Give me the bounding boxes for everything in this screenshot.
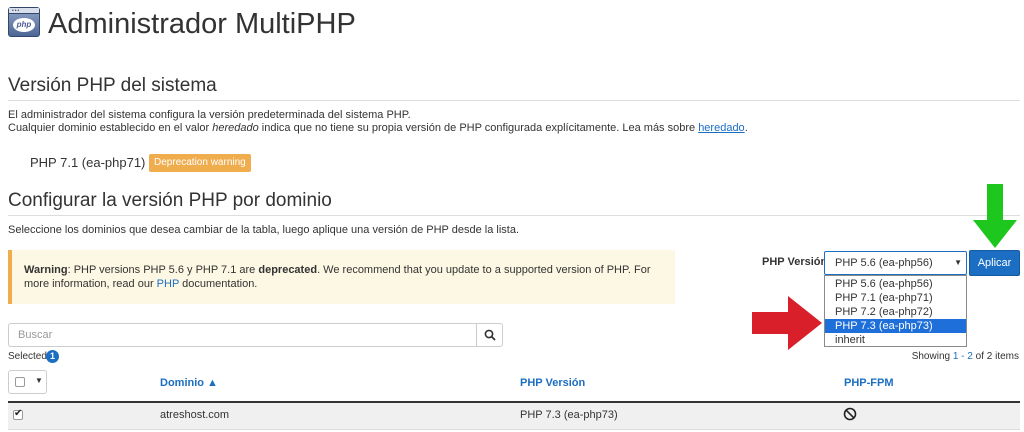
column-header-php-fpm[interactable]: PHP-FPM [844,377,894,389]
php-option-73[interactable]: PHP 7.3 (ea-php73) [825,319,966,333]
pagination-summary: Showing 1 - 2 of 2 items [911,351,1019,362]
column-header-domain[interactable]: Dominio ▲ [160,377,218,389]
red-arrow-icon [752,296,822,350]
selected-count-badge: 1 [46,350,59,363]
apply-button[interactable]: Aplicar [969,250,1020,276]
php-option-56[interactable]: PHP 5.6 (ea-php56) [825,277,966,291]
multiphp-app-icon: ••• php [8,7,40,37]
php-option-inherit[interactable]: inherit [825,333,966,347]
row-checkbox[interactable]: ✔ [13,408,23,420]
divider [8,429,1020,430]
row-php-version: PHP 7.3 (ea-php73) [520,409,618,421]
page-title: Administrador MultiPHP [48,8,356,40]
php-version-dropdown: PHP 5.6 (ea-php56) PHP 7.1 (ea-php71) PH… [824,275,967,347]
system-php-version: PHP 7.1 (ea-php71) [30,155,146,170]
php-option-72[interactable]: PHP 7.2 (ea-php72) [825,305,966,319]
php-docs-link[interactable]: PHP [157,278,179,290]
inherit-term: heredado [212,122,259,134]
php-version-label: PHP Versión [762,256,828,268]
disabled-icon [843,407,857,421]
deprecation-warning-text: Warning: PHP versions PHP 5.6 y PHP 7.1 … [24,264,651,290]
search-button[interactable] [476,323,503,347]
system-php-description-line1: El administrador del sistema configura l… [8,109,411,121]
search-input[interactable]: Buscar [8,323,476,347]
system-php-description-line2: Cualquier dominio establecido en el valo… [8,122,748,134]
system-php-heading: Versión PHP del sistema [8,75,217,96]
select-all-checkbox[interactable] [15,377,25,387]
chevron-down-icon: ▼ [954,258,962,267]
domain-php-description: Seleccione los dominios que desea cambia… [8,224,520,236]
deprecation-warning-badge: Deprecation warning [149,154,251,172]
divider [8,100,1020,101]
green-arrow-icon [973,184,1017,248]
php-logo-icon: php [13,18,35,32]
php-option-71[interactable]: PHP 7.1 (ea-php71) [825,291,966,305]
domain-php-heading: Configurar la versión PHP por dominio [8,190,332,211]
divider [8,215,1020,216]
chevron-down-icon[interactable]: ▼ [35,376,43,385]
select-all-dropdown[interactable]: ▼ [8,370,47,394]
selected-label: Selected [8,351,47,362]
column-header-php-version[interactable]: PHP Versión [520,377,585,389]
row-domain: atreshost.com [160,409,230,421]
inherit-link[interactable]: heredado [698,122,745,134]
checkmark-icon: ✔ [14,408,23,419]
php-version-select[interactable]: PHP 5.6 (ea-php56) ▼ [824,251,967,275]
search-icon [484,329,496,341]
